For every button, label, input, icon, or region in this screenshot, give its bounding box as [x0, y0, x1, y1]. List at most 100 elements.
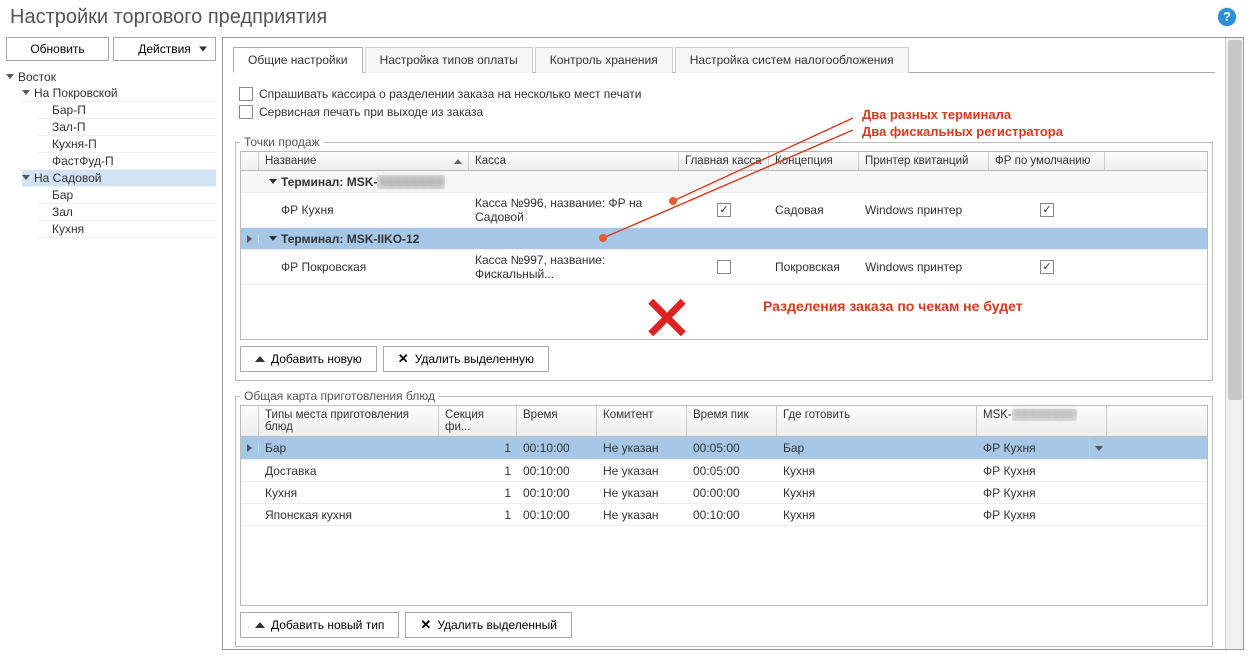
add-cook-type-button[interactable]: Добавить новый тип [240, 612, 399, 638]
cooking-row[interactable]: Кухня100:10:00Не указан00:00:00КухняФР К… [241, 482, 1207, 504]
checkbox-label: Сервисная печать при выходе из заказа [259, 105, 483, 119]
refresh-button[interactable]: Обновить [6, 37, 109, 61]
cell-where: Кухня [777, 505, 977, 525]
cell-type: Доставка [259, 461, 439, 481]
default-fr-checkbox[interactable] [1040, 260, 1054, 274]
tab[interactable]: Настройка типов оплаты [365, 47, 533, 73]
terminal-group-row[interactable]: Терминал: MSK-XXXXXXXX [241, 171, 1207, 193]
cell-commitent: Не указан [597, 483, 687, 503]
tree-leaf[interactable]: Бар [38, 187, 216, 204]
x-icon: ✕ [398, 351, 409, 367]
scrollbar-thumb[interactable] [1228, 40, 1242, 400]
cell-peak: 00:05:00 [687, 438, 777, 458]
tree-leaf[interactable]: Кухня [38, 221, 216, 238]
cell-msk: ФР Кухня [977, 483, 1107, 503]
cooking-row[interactable]: Доставка100:10:00Не указан00:05:00КухняФ… [241, 460, 1207, 482]
add-sales-point-button[interactable]: Добавить новую [240, 346, 377, 372]
col-cook-type[interactable]: Типы места приготовления блюд [259, 406, 439, 436]
cell-type: Бар [259, 438, 439, 458]
caret-icon[interactable] [22, 173, 32, 183]
cell-peak: 00:10:00 [687, 505, 777, 525]
tabs: Общие настройкиНастройка типов оплатыКон… [233, 46, 1215, 73]
caret-icon[interactable] [6, 72, 16, 82]
delete-sales-point-button[interactable]: ✕Удалить выделенную [383, 346, 549, 372]
triangle-up-icon [255, 356, 265, 362]
row-indicator-icon [247, 235, 252, 243]
cooking-row[interactable]: Японская кухня100:10:00Не указан00:10:00… [241, 504, 1207, 526]
main-cash-checkbox[interactable] [717, 203, 731, 217]
cell-msk: ФР Кухня [977, 461, 1107, 481]
checkbox-label: Спрашивать кассира о разделении заказа н… [259, 87, 641, 101]
cell-commitent: Не указан [597, 461, 687, 481]
delete-cook-type-button[interactable]: ✕Удалить выделенный [405, 612, 572, 638]
cell-section: 1 [439, 461, 517, 481]
tree-leaf[interactable]: Бар-П [38, 102, 216, 119]
dropdown-button[interactable] [1089, 437, 1107, 459]
col-msk[interactable]: MSK-XXXXXXXX [977, 406, 1107, 436]
tree-leaf[interactable]: Кухня-П [38, 136, 216, 153]
col-main[interactable]: Главная касса [679, 152, 769, 170]
col-printer[interactable]: Принтер квитанций [859, 152, 989, 170]
col-concept[interactable]: Концепция [769, 152, 859, 170]
cell-msk: ФР Кухня [977, 438, 1089, 458]
cell-section: 1 [439, 505, 517, 525]
col-commitent[interactable]: Комитент [597, 406, 687, 436]
tab[interactable]: Общие настройки [233, 47, 363, 73]
cell-where: Кухня [777, 483, 977, 503]
cell-concept: Покровская [769, 257, 859, 277]
col-time[interactable]: Время [517, 406, 597, 436]
cell-time: 00:10:00 [517, 438, 597, 458]
scrollbar-vertical[interactable] [1225, 38, 1243, 649]
cell-where: Кухня [777, 461, 977, 481]
col-section[interactable]: Секция фи... [439, 406, 517, 436]
tab[interactable]: Настройка систем налогообложения [675, 47, 909, 73]
col-where[interactable]: Где готовить [777, 406, 977, 436]
sales-point-row[interactable]: ФР ПокровскаяКасса №997, название: Фиска… [241, 250, 1207, 285]
sidebar: Обновить Действия Восток На Покровской Б… [0, 37, 222, 656]
tree-branch[interactable]: На Покровской [22, 85, 216, 102]
checkbox-service-print[interactable] [239, 105, 253, 119]
col-name[interactable]: Название [259, 152, 469, 170]
main-cash-checkbox[interactable] [717, 260, 731, 274]
cooking-row[interactable]: Бар100:10:00Не указан00:05:00БарФР Кухня [241, 437, 1207, 460]
cell-time: 00:10:00 [517, 505, 597, 525]
annotation-cross-icon [647, 297, 687, 337]
tab[interactable]: Контроль хранения [535, 47, 673, 73]
tree-leaf[interactable]: ФастФуд-П [38, 153, 216, 170]
page-title: Настройки торгового предприятия [0, 0, 1250, 37]
cell-commitent: Не указан [597, 505, 687, 525]
legend: Точки продаж [240, 135, 324, 149]
cell-type: Кухня [259, 483, 439, 503]
org-tree: Восток На Покровской Бар-ПЗал-ПКухня-ПФа… [0, 67, 222, 240]
sales-point-row[interactable]: ФР КухняКасса №996, название: ФР на Садо… [241, 193, 1207, 228]
help-icon[interactable]: ? [1218, 8, 1236, 26]
terminal-group-row[interactable]: Терминал: MSK-IIKO-12 [241, 228, 1207, 250]
triangle-up-icon [255, 622, 265, 628]
cell-printer: Windows принтер [859, 257, 989, 277]
tree-leaf[interactable]: Зал [38, 204, 216, 221]
cell-cash: Касса №997, название: Фискальный... [469, 250, 679, 284]
cell-concept: Садовая [769, 200, 859, 220]
cooking-map-group: Общая карта приготовления блюд Типы мест… [235, 389, 1213, 647]
tree-branch-selected[interactable]: На Садовой [22, 170, 216, 187]
caret-icon[interactable] [22, 88, 32, 98]
cell-peak: 00:05:00 [687, 461, 777, 481]
legend: Общая карта приготовления блюд [240, 389, 439, 403]
col-cash[interactable]: Касса [469, 152, 679, 170]
tree-root[interactable]: Восток [6, 69, 216, 85]
tree-leaf[interactable]: Зал-П [38, 119, 216, 136]
sort-asc-icon [454, 159, 462, 164]
cell-msk: ФР Кухня [977, 505, 1107, 525]
default-fr-checkbox[interactable] [1040, 203, 1054, 217]
actions-button[interactable]: Действия [113, 37, 216, 61]
col-peak[interactable]: Время пик [687, 406, 777, 436]
col-default-fr[interactable]: ФР по умолчанию [989, 152, 1105, 170]
caret-down-icon[interactable] [269, 236, 277, 241]
cell-section: 1 [439, 438, 517, 458]
cell-where: Бар [777, 438, 977, 458]
cell-commitent: Не указан [597, 438, 687, 458]
cell-time: 00:10:00 [517, 461, 597, 481]
checkbox-split-order[interactable] [239, 87, 253, 101]
cell-type: Японская кухня [259, 505, 439, 525]
caret-down-icon[interactable] [269, 179, 277, 184]
